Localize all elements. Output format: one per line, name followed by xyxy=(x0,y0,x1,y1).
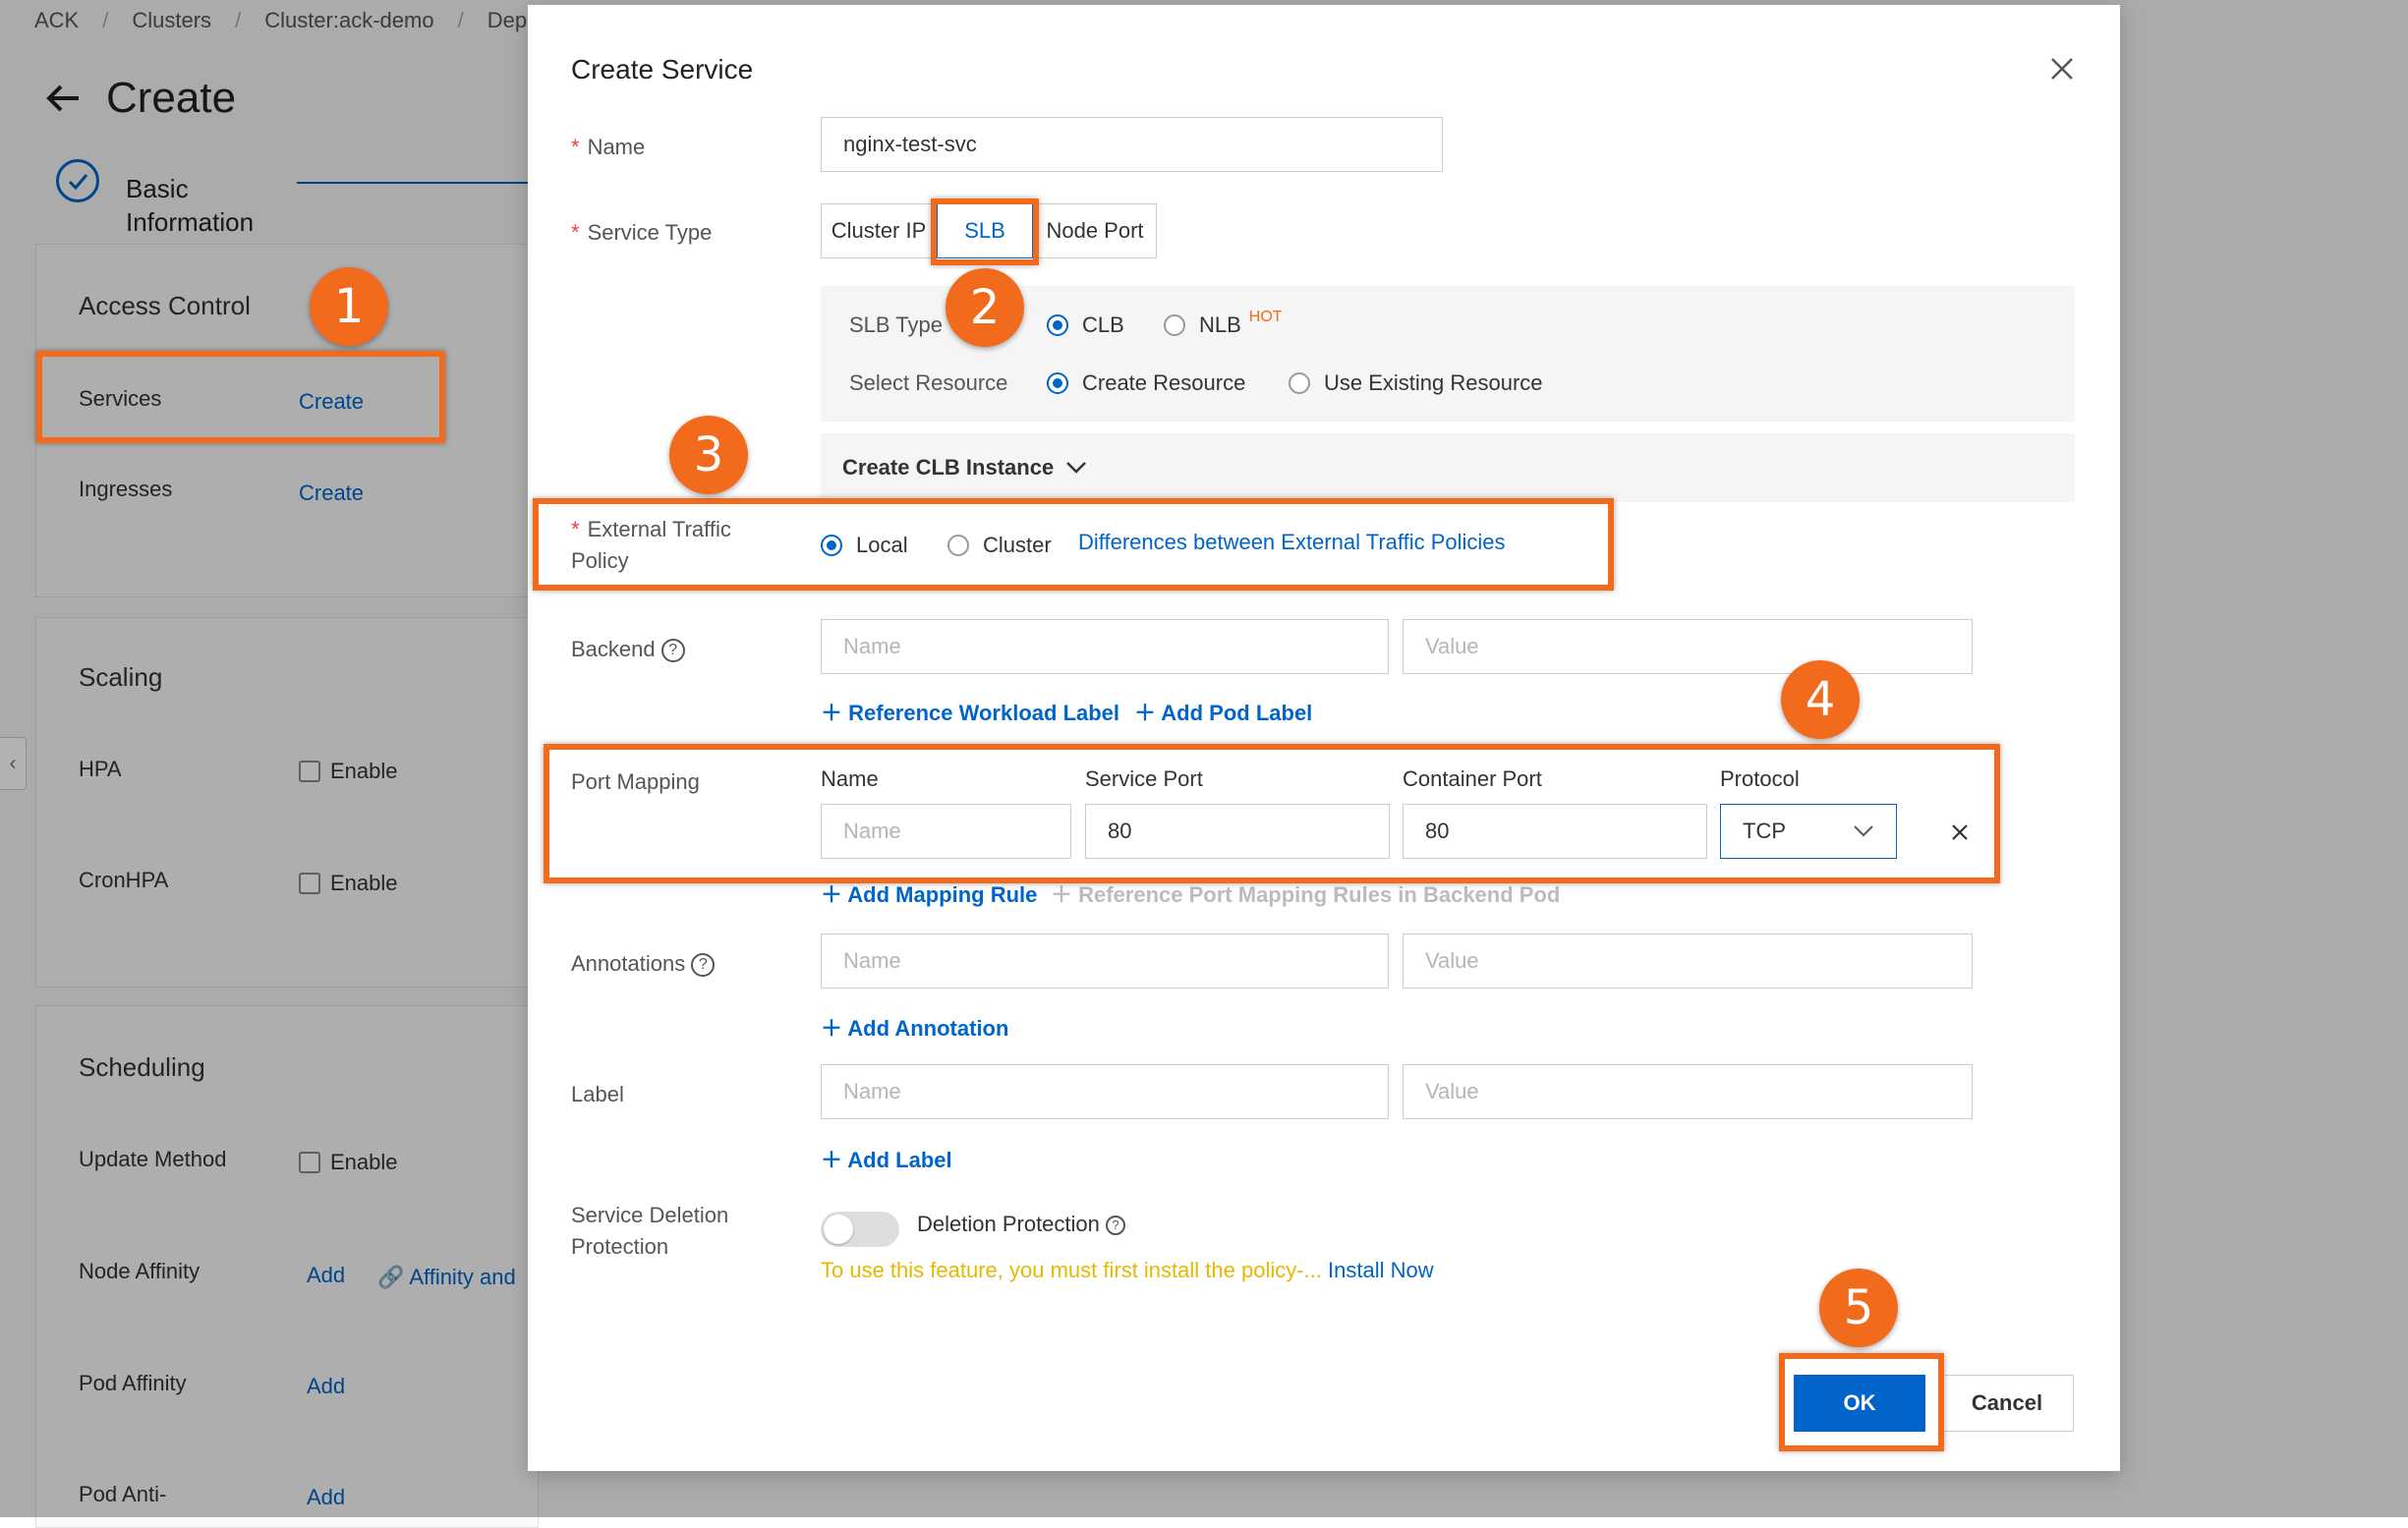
add-pod-label-link[interactable]: ＋ Add Pod Label xyxy=(1134,696,1312,727)
highlight-box-1 xyxy=(36,351,445,443)
plus-icon: ＋ xyxy=(821,1148,848,1172)
service-type-node-port[interactable]: Node Port xyxy=(1033,203,1157,258)
plus-icon: ＋ xyxy=(1134,701,1162,725)
backend-value-input[interactable]: Value xyxy=(1403,619,1973,674)
add-label-link[interactable]: ＋ Add Label xyxy=(821,1143,952,1174)
backend-label: Backend ? xyxy=(571,634,685,665)
highlight-box-4 xyxy=(544,744,2000,883)
create-clb-instance-toggle[interactable]: Create CLB Instance xyxy=(842,455,1087,481)
create-resource-radio[interactable]: Create Resource xyxy=(1047,370,1245,396)
step-badge-2: 2 xyxy=(946,268,1024,347)
cancel-button[interactable]: Cancel xyxy=(1940,1375,2074,1432)
annotation-value-input[interactable]: Value xyxy=(1403,934,1973,989)
use-existing-resource-radio[interactable]: Use Existing Resource xyxy=(1289,370,1543,396)
add-annotation-link[interactable]: ＋ Add Annotation xyxy=(821,1011,1008,1043)
dialog-title: Create Service xyxy=(571,54,754,85)
plus-icon: ＋ xyxy=(1051,882,1079,907)
name-input[interactable]: nginx-test-svc xyxy=(821,117,1443,172)
reference-workload-label-link[interactable]: ＋ Reference Workload Label xyxy=(821,696,1119,727)
slb-type-label: SLB Type xyxy=(849,312,943,337)
create-service-dialog: Create Service * Name nginx-test-svc * Ser… xyxy=(528,5,2120,1471)
service-type-label: * Service Type xyxy=(571,220,713,245)
slb-type-clb-radio[interactable]: CLB xyxy=(1047,312,1124,338)
backend-name-input[interactable]: Name xyxy=(821,619,1389,674)
service-type-cluster-ip[interactable]: Cluster IP xyxy=(821,203,937,258)
help-icon[interactable]: ? xyxy=(660,639,685,663)
highlight-box-5 xyxy=(1779,1353,1944,1451)
step-badge-4: 4 xyxy=(1781,660,1860,739)
deletion-protection-toggle[interactable] xyxy=(821,1212,899,1247)
install-now-link[interactable]: Install Now xyxy=(1328,1258,1434,1282)
service-deletion-protection-label: Service Deletion Protection xyxy=(571,1203,729,1259)
plus-icon: ＋ xyxy=(821,1016,848,1041)
hot-badge: HOT xyxy=(1248,309,1283,325)
policy-warning: To use this feature, you must first inst… xyxy=(821,1258,1434,1282)
help-icon[interactable]: ? xyxy=(691,953,716,978)
plus-icon: ＋ xyxy=(821,701,849,725)
close-icon[interactable] xyxy=(2047,54,2077,84)
highlight-box-3 xyxy=(533,498,1614,591)
annotation-name-input[interactable]: Name xyxy=(821,934,1389,989)
plus-icon: ＋ xyxy=(821,882,848,907)
select-resource-label: Select Resource xyxy=(849,370,1008,395)
help-icon[interactable]: ? xyxy=(1106,1216,1126,1236)
chevron-down-icon xyxy=(1066,462,1087,474)
label-value-input[interactable]: Value xyxy=(1403,1064,1973,1119)
name-label: * Name xyxy=(571,135,646,159)
step-badge-1: 1 xyxy=(310,267,388,346)
label-label: Label xyxy=(571,1082,624,1106)
label-name-input[interactable]: Name xyxy=(821,1064,1389,1119)
step-badge-5: 5 xyxy=(1819,1269,1898,1347)
slb-type-nlb-radio[interactable]: NLB HOT xyxy=(1164,309,1283,338)
deletion-protection-text: Deletion Protection ? xyxy=(917,1212,1126,1237)
annotations-label: Annotations ? xyxy=(571,948,716,980)
step-badge-3: 3 xyxy=(669,416,748,494)
highlight-box-2 xyxy=(931,198,1039,265)
